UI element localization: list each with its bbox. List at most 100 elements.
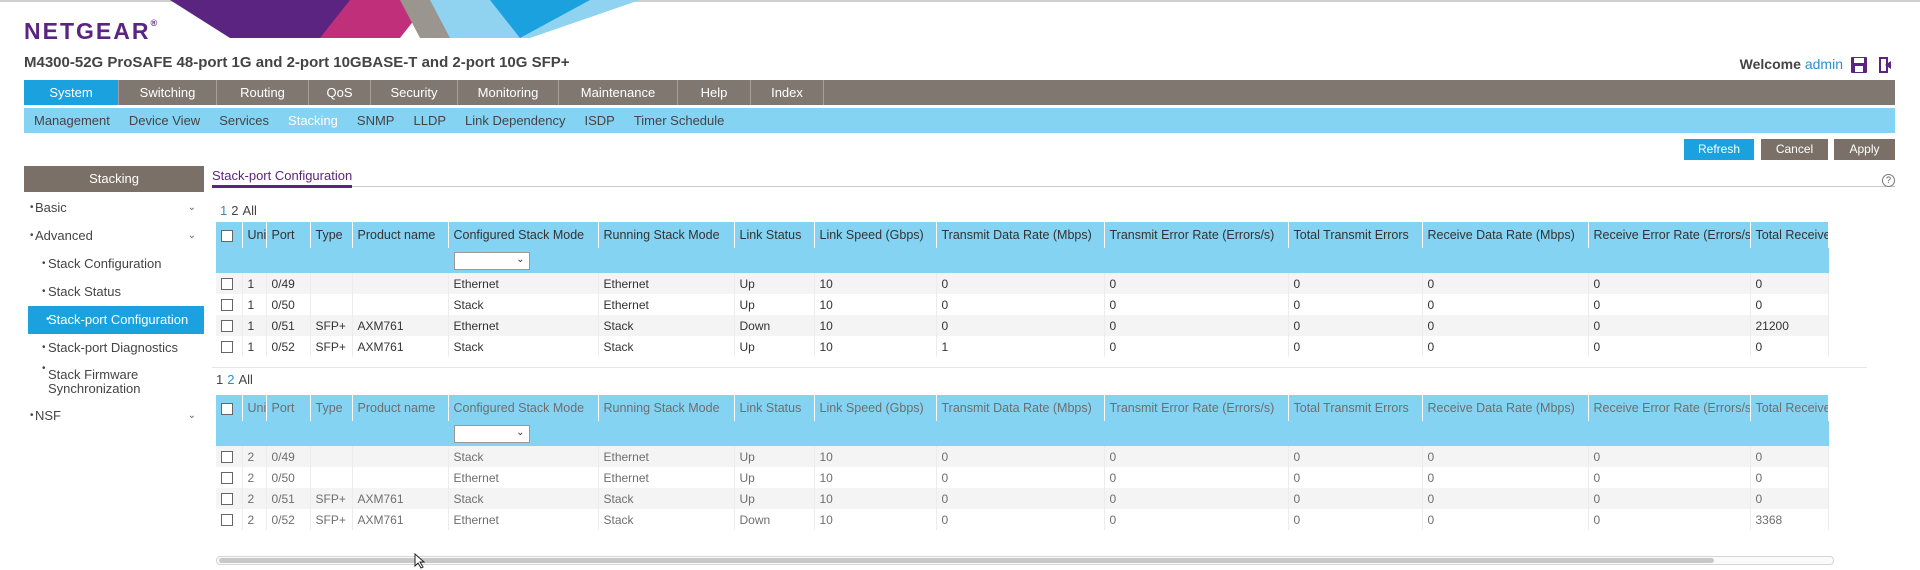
column-header-product-name[interactable]: Product name: [352, 395, 449, 421]
cell-configured-stack-mode: Stack: [448, 446, 599, 467]
column-header-link-status[interactable]: Link Status: [734, 395, 815, 421]
cancel-button[interactable]: Cancel: [1761, 139, 1828, 160]
table-row[interactable]: 1 0/52 SFP+ AXM761 Stack Stack Up 10 1 0 0 0 0 0: [216, 336, 1829, 357]
page-link-all[interactable]: All: [238, 372, 252, 387]
table-row[interactable]: 1 0/49 Ethernet Ethernet Up 10 0 0 0 0 0 0: [216, 273, 1829, 294]
sidebar-item-basic[interactable]: • Basic ⌄: [24, 194, 204, 222]
column-header-transmit-error-rate-errors-s[interactable]: Transmit Error Rate (Errors/s): [1104, 222, 1289, 248]
column-header-product-name[interactable]: Product name: [352, 222, 449, 248]
sidebar-item-nsf[interactable]: • NSF ⌄: [24, 402, 204, 430]
row-select-cell: [216, 488, 243, 509]
edit-cell: ⌄: [448, 248, 599, 273]
column-header-link-speed-gbps[interactable]: Link Speed (Gbps): [814, 222, 937, 248]
logout-icon[interactable]: [1876, 56, 1894, 74]
sub-tab-snmp[interactable]: SNMP: [357, 113, 395, 128]
sub-tab-isdp[interactable]: ISDP: [584, 113, 614, 128]
row-checkbox[interactable]: [221, 514, 233, 527]
row-checkbox[interactable]: [221, 341, 233, 354]
chevron-down-icon[interactable]: ⌄: [188, 194, 196, 222]
column-header-total-receive[interactable]: Total Receive: [1750, 395, 1829, 421]
select-all-checkbox[interactable]: [221, 402, 233, 415]
main-tab-help[interactable]: Help: [678, 80, 751, 105]
row-checkbox[interactable]: [221, 278, 233, 291]
chevron-down-icon[interactable]: ⌄: [188, 402, 196, 430]
sub-tab-management[interactable]: Management: [34, 113, 110, 128]
column-header-port[interactable]: Port: [266, 395, 311, 421]
sub-tab-device-view[interactable]: Device View: [129, 113, 200, 128]
cell-unit-id: 1: [242, 294, 267, 315]
edit-cell: [242, 421, 267, 446]
select-all-checkbox[interactable]: [221, 229, 233, 242]
main-tab-security[interactable]: Security: [371, 80, 458, 105]
column-header-receive-data-rate-mbps[interactable]: Receive Data Rate (Mbps): [1422, 222, 1589, 248]
page-link-1[interactable]: 1: [216, 372, 223, 387]
page-link-2[interactable]: 2: [227, 372, 234, 387]
chevron-down-icon[interactable]: ⌄: [188, 222, 196, 250]
sub-tab-stacking[interactable]: Stacking: [288, 113, 338, 128]
column-header-total-receive[interactable]: Total Receive: [1750, 222, 1829, 248]
column-header-port[interactable]: Port: [266, 222, 311, 248]
column-header-configured-stack-mode[interactable]: Configured Stack Mode: [448, 395, 599, 421]
configured-stack-mode-select[interactable]: ⌄: [453, 424, 530, 443]
column-header-configured-stack-mode[interactable]: Configured Stack Mode: [448, 222, 599, 248]
main-tab-index[interactable]: Index: [751, 80, 824, 105]
edit-cell: [1288, 248, 1423, 273]
main-tab-maintenance[interactable]: Maintenance: [559, 80, 678, 105]
table-row[interactable]: 1 0/51 SFP+ AXM761 Ethernet Stack Down 10 0 0 0 0 0 2…: [216, 315, 1829, 336]
sidebar-item-stack-port-diagnostics[interactable]: • Stack-port Diagnostics: [24, 334, 204, 362]
sub-tab-services[interactable]: Services: [219, 113, 269, 128]
column-header-type[interactable]: Type: [310, 222, 353, 248]
sub-tab-lldp[interactable]: LLDP: [413, 113, 446, 128]
configured-stack-mode-select[interactable]: ⌄: [453, 251, 530, 270]
help-icon[interactable]: ?: [1882, 174, 1895, 187]
column-header-unit-id[interactable]: Unit ID: [242, 222, 267, 248]
column-header-unit-id[interactable]: Unit ID: [242, 395, 267, 421]
column-header-total-transmit-errors[interactable]: Total Transmit Errors: [1288, 395, 1423, 421]
main-tab-switching[interactable]: Switching: [119, 80, 217, 105]
refresh-button[interactable]: Refresh: [1684, 139, 1754, 160]
column-header-type[interactable]: Type: [310, 395, 353, 421]
sidebar-item-stack-status[interactable]: • Stack Status: [24, 278, 204, 306]
sub-tab-link-dependency[interactable]: Link Dependency: [465, 113, 565, 128]
sidebar-item-advanced[interactable]: • Advanced ⌄: [24, 222, 204, 250]
select-all-cell: [216, 222, 243, 248]
page-link-2[interactable]: 2: [231, 203, 238, 218]
sub-tab-timer-schedule[interactable]: Timer Schedule: [634, 113, 725, 128]
main-tab-routing[interactable]: Routing: [217, 80, 309, 105]
column-header-total-transmit-errors[interactable]: Total Transmit Errors: [1288, 222, 1423, 248]
page-link-all[interactable]: All: [242, 203, 256, 218]
scrollbar-thumb[interactable]: [219, 558, 1714, 563]
column-header-receive-error-rate-errors-s[interactable]: Receive Error Rate (Errors/s): [1588, 222, 1751, 248]
column-header-running-stack-mode[interactable]: Running Stack Mode: [598, 395, 735, 421]
main-tab-qos[interactable]: QoS: [309, 80, 371, 105]
sidebar-item-label: NSF: [35, 408, 61, 423]
row-checkbox[interactable]: [221, 299, 233, 312]
table-row[interactable]: 2 0/52 SFP+ AXM761 Ethernet Stack Down 10 0 0 0 0 0 3…: [216, 509, 1829, 530]
table-row[interactable]: 2 0/50 Ethernet Ethernet Up 10 0 0 0 0 0 0: [216, 467, 1829, 488]
sidebar-item-stack-port-configuration[interactable]: • Stack-port Configuration: [28, 306, 204, 334]
column-header-link-status[interactable]: Link Status: [734, 222, 815, 248]
sidebar-item-stack-firmware-synchronization[interactable]: • Stack Firmware Synchronization: [24, 362, 204, 402]
table-row[interactable]: 2 0/49 Stack Ethernet Up 10 0 0 0 0 0 0: [216, 446, 1829, 467]
row-checkbox[interactable]: [221, 320, 233, 333]
save-icon[interactable]: [1850, 56, 1868, 74]
row-checkbox[interactable]: [221, 472, 233, 485]
row-checkbox[interactable]: [221, 493, 233, 506]
page-link-1[interactable]: 1: [220, 203, 227, 218]
main-tab-system[interactable]: System: [24, 80, 119, 105]
horizontal-scrollbar[interactable]: [216, 556, 1834, 565]
column-header-transmit-data-rate-mbps[interactable]: Transmit Data Rate (Mbps): [936, 222, 1105, 248]
column-header-receive-error-rate-errors-s[interactable]: Receive Error Rate (Errors/s): [1588, 395, 1751, 421]
row-checkbox[interactable]: [221, 451, 233, 464]
main-tab-monitoring[interactable]: Monitoring: [458, 80, 559, 105]
apply-button[interactable]: Apply: [1834, 139, 1895, 160]
table-row[interactable]: 1 0/50 Stack Ethernet Up 10 0 0 0 0 0 0: [216, 294, 1829, 315]
column-header-receive-data-rate-mbps[interactable]: Receive Data Rate (Mbps): [1422, 395, 1589, 421]
sidebar-item-stack-configuration[interactable]: • Stack Configuration: [24, 250, 204, 278]
table-row[interactable]: 2 0/51 SFP+ AXM761 Stack Stack Up 10 0 0 0 0 0 0: [216, 488, 1829, 509]
column-header-running-stack-mode[interactable]: Running Stack Mode: [598, 222, 735, 248]
username-link[interactable]: admin: [1805, 56, 1843, 72]
column-header-transmit-data-rate-mbps[interactable]: Transmit Data Rate (Mbps): [936, 395, 1105, 421]
column-header-transmit-error-rate-errors-s[interactable]: Transmit Error Rate (Errors/s): [1104, 395, 1289, 421]
column-header-link-speed-gbps[interactable]: Link Speed (Gbps): [814, 395, 937, 421]
